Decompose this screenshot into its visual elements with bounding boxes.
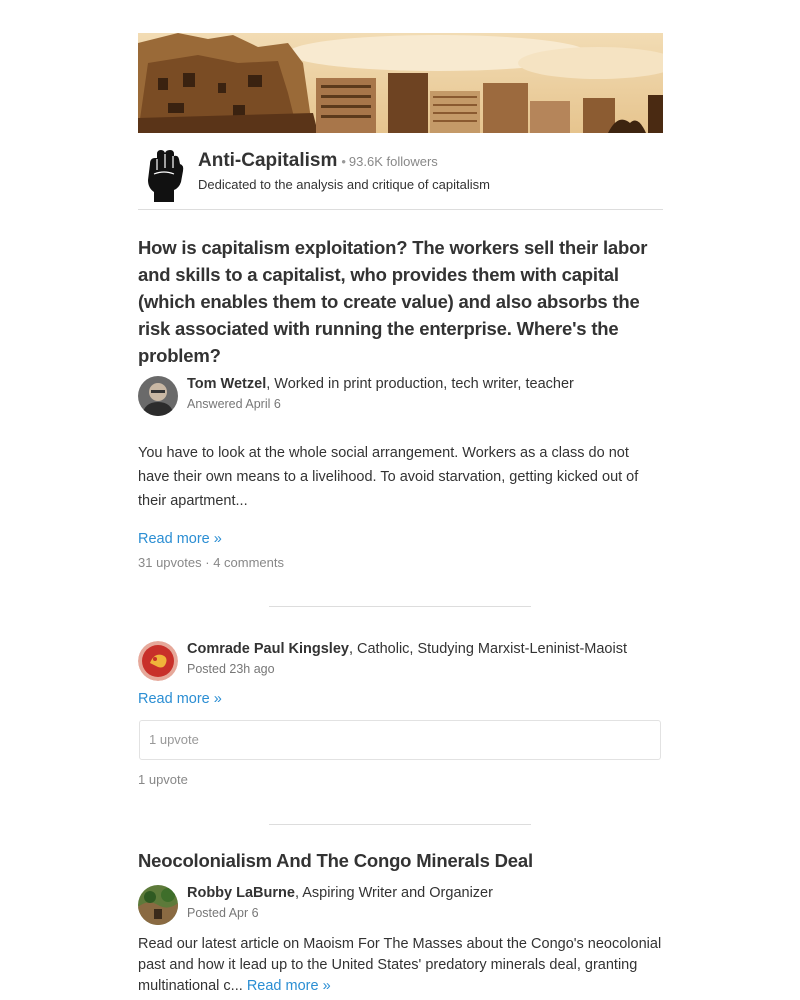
shared-post-box[interactable]: 1 upvote [139, 720, 661, 760]
read-more-link[interactable]: Read more » [138, 691, 222, 707]
post-excerpt: Read our latest article on Maoism For Th… [138, 934, 663, 997]
answer-excerpt[interactable]: You have to look at the whole social arr… [138, 441, 663, 513]
post-author: Robby LaBurne, Aspiring Writer and Organ… [138, 885, 663, 927]
post-excerpt-text[interactable]: Read our latest article on Maoism For Th… [138, 936, 661, 994]
author-credential: , Catholic, Studying Marxist-Leninist-Ma… [348, 641, 627, 657]
space-header: Anti-Capitalism • 93.6K followers Dedicate… [138, 148, 663, 210]
meta-separator: · [205, 555, 210, 570]
author-name[interactable]: Robby LaBurne [187, 885, 295, 901]
author-credential: , Worked in print production, tech write… [266, 376, 574, 392]
answer-author: Tom Wetzel, Worked in print production, … [138, 376, 663, 418]
post-date[interactable]: Posted 23h ago [187, 662, 275, 676]
space-followers[interactable]: 93.6K followers [349, 154, 438, 169]
space-description: Dedicated to the analysis and critique o… [198, 177, 490, 192]
answer-meta: 31 upvotes · 4 comments [138, 555, 284, 570]
space-name[interactable]: Anti-Capitalism [198, 150, 337, 171]
author-line: Robby LaBurne, Aspiring Writer and Organ… [187, 885, 493, 901]
box-upvote-count: 1 upvote [149, 732, 199, 747]
feed-divider [269, 824, 531, 825]
read-more-line: Read more » [138, 531, 663, 547]
upvote-count[interactable]: 1 upvote [138, 772, 188, 787]
avatar[interactable] [138, 641, 178, 681]
post-meta: 1 upvote [138, 772, 188, 787]
space-banner-image[interactable] [138, 33, 663, 133]
author-credential: , Aspiring Writer and Organizer [294, 885, 493, 901]
avatar[interactable] [138, 376, 178, 416]
post-author: Comrade Paul Kingsley, Catholic, Studyin… [138, 641, 663, 683]
raised-fist-icon [148, 150, 184, 202]
space-separator: • [341, 154, 346, 169]
feed-divider [269, 606, 531, 607]
post-title[interactable]: Neocolonialism And The Congo Minerals De… [138, 850, 533, 872]
read-more-line: Read more » [138, 691, 663, 707]
space-title-line: Anti-Capitalism • 93.6K followers [198, 150, 438, 172]
read-more-link[interactable]: Read more » [247, 978, 331, 994]
question-title[interactable]: How is capitalism exploitation? The work… [138, 234, 663, 369]
author-line: Tom Wetzel, Worked in print production, … [187, 376, 574, 392]
post-date[interactable]: Posted Apr 6 [187, 906, 259, 920]
upvote-count[interactable]: 31 upvotes [138, 555, 202, 570]
author-line: Comrade Paul Kingsley, Catholic, Studyin… [187, 641, 627, 657]
author-name[interactable]: Comrade Paul Kingsley [187, 641, 349, 657]
comment-count[interactable]: 4 comments [213, 555, 284, 570]
read-more-link[interactable]: Read more » [138, 531, 222, 547]
answer-date[interactable]: Answered April 6 [187, 397, 281, 411]
author-name[interactable]: Tom Wetzel [187, 376, 266, 392]
avatar[interactable] [138, 885, 178, 925]
